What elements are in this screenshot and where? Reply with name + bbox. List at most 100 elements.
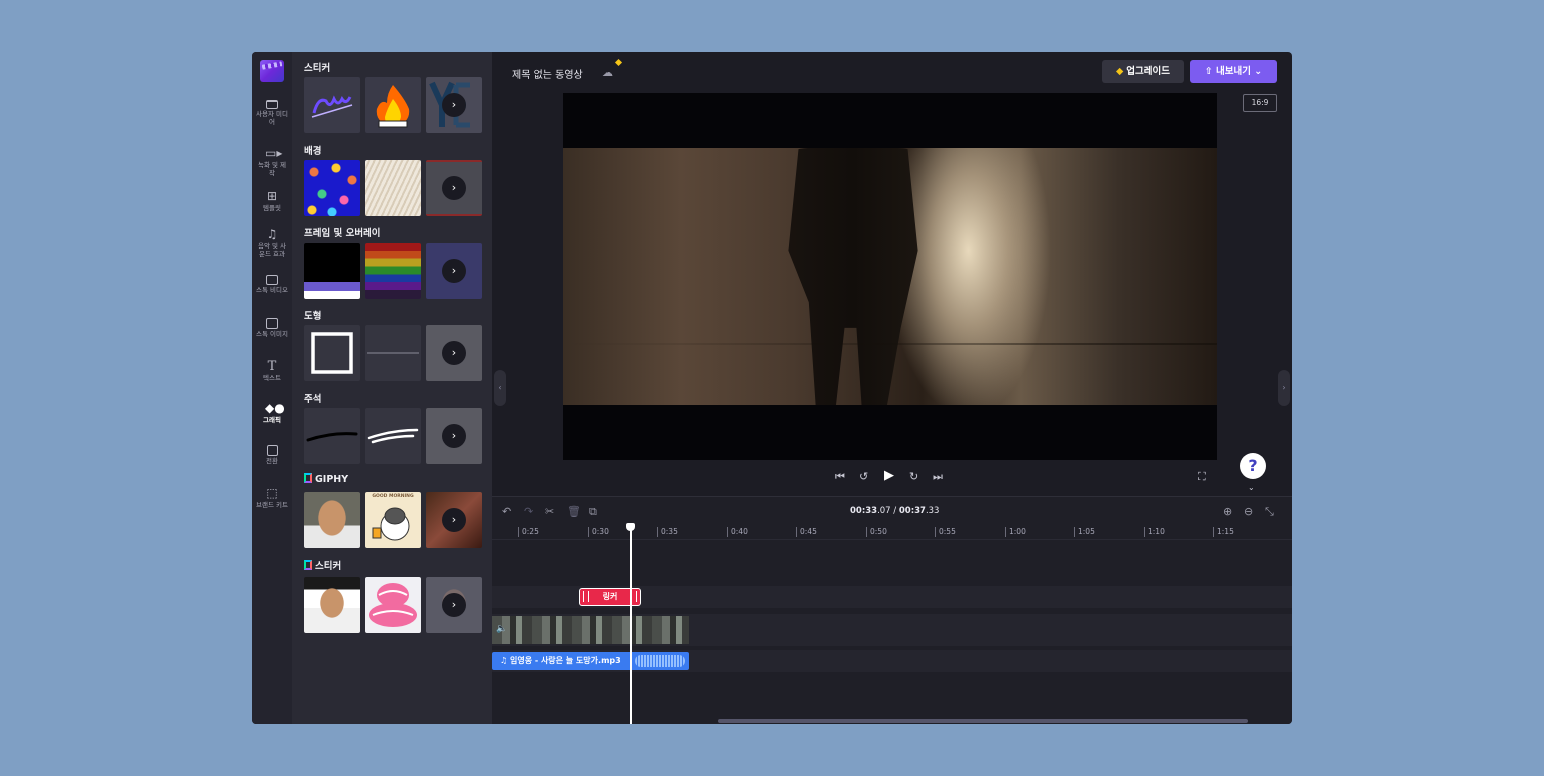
square-outline-graphic <box>311 332 353 374</box>
graphics-library-panel: 스티커 › 배경 › 프레임 및 오버레이 › 도형 › 주석 › GIPHY … <box>292 52 492 724</box>
nav-templates[interactable]: ⊞ 템플릿 <box>252 190 292 213</box>
video-preview-canvas[interactable] <box>563 93 1217 460</box>
sticker-clip[interactable]: 링커 <box>579 588 641 606</box>
nav-brand-kit[interactable]: ⬚ 브랜드 키트 <box>252 487 292 510</box>
sticker-thumb-man[interactable] <box>304 577 360 633</box>
more-arrow-icon[interactable]: › <box>442 508 466 532</box>
delete-trash-icon[interactable]: 🗑 <box>567 505 581 518</box>
speaker-icon[interactable]: 🔈 <box>496 624 507 634</box>
fit-timeline-icon[interactable]: ⤡ <box>1265 505 1274 519</box>
collapse-left-panel-button[interactable]: ‹ <box>494 370 506 406</box>
sticker-thumb-fire[interactable] <box>365 77 421 133</box>
timeline-horizontal-scrollbar[interactable] <box>718 719 1248 723</box>
brush-stroke-graphic <box>306 432 358 442</box>
nav-stock-images[interactable]: 스톡 이미지 <box>252 318 292 339</box>
clip-trim-handle-right[interactable] <box>631 591 637 602</box>
more-arrow-icon[interactable]: › <box>442 341 466 365</box>
sticker-thumb-cool[interactable] <box>304 77 360 133</box>
undo-icon[interactable]: ↶ <box>502 505 511 518</box>
section-title-giphy-label: GIPHY <box>315 474 349 485</box>
zoom-out-icon[interactable]: ⊖ <box>1244 505 1253 518</box>
skip-forward-icon[interactable]: ⏭ <box>933 470 943 484</box>
clip-trim-handle-left[interactable] <box>583 591 589 602</box>
sticker-thumb-yes[interactable]: › <box>426 77 482 133</box>
nav-transitions[interactable]: 전환 <box>252 445 292 466</box>
rewind-5s-icon[interactable]: ↺ <box>859 470 868 483</box>
timeline-ruler[interactable]: 0:25 0:30 0:35 0:40 0:45 0:50 0:55 1:00 … <box>492 524 1292 540</box>
background-thumb-eggs[interactable] <box>304 160 360 216</box>
audio-clip-label: 임영웅 - 사랑은 늘 도망가.mp3 <box>509 656 621 665</box>
video-camera-icon: ▭▸ <box>265 146 283 160</box>
cool-sticker-graphic <box>311 95 353 118</box>
annotation-thumb-black-stroke[interactable] <box>304 408 360 464</box>
duplicate-icon[interactable]: ⧉ <box>589 505 597 519</box>
nav-your-media[interactable]: 사용자 미디어 <box>252 100 292 126</box>
clipchamp-logo[interactable] <box>260 60 284 82</box>
timeline-panel: ↶ ↷ ✂ 🗑 ⧉ 00:33.07 / 00:37.33 ⊕ ⊖ ⤡ 0:25… <box>492 496 1292 724</box>
audio-waveform <box>635 655 685 667</box>
shape-thumb-more[interactable]: › <box>426 325 482 381</box>
nav-graphics[interactable]: ◆● 그래픽 <box>252 402 292 425</box>
more-arrow-icon[interactable]: › <box>442 424 466 448</box>
ruler-tick: 0:30 <box>588 527 609 537</box>
giphy-thumb-more[interactable]: › <box>426 492 482 548</box>
more-arrow-icon[interactable]: › <box>442 259 466 283</box>
ruler-tick: 1:10 <box>1144 527 1165 537</box>
play-button-icon[interactable]: ▶ <box>884 468 894 483</box>
nav-music-sfx[interactable]: ♫ 음악 및 사운드 효과 <box>252 228 292 258</box>
shape-thumb-square[interactable] <box>304 325 360 381</box>
zoom-in-icon[interactable]: ⊕ <box>1223 505 1232 518</box>
project-title[interactable]: 제목 없는 동영상 <box>512 66 583 81</box>
nav-label: 텍스트 <box>263 374 281 382</box>
upgrade-button[interactable]: ◆ 업그레이드 <box>1102 60 1184 83</box>
nav-label: 녹화 및 제작 <box>257 161 287 177</box>
image-icon <box>266 318 278 329</box>
giphy-thumb-cat[interactable]: GOOD MORNING <box>365 492 421 548</box>
nav-record-create[interactable]: ▭▸ 녹화 및 제작 <box>252 147 292 177</box>
video-clip[interactable]: 🔈 <box>492 616 689 644</box>
forward-5s-icon[interactable]: ↻ <box>909 470 918 483</box>
chevron-down-small-icon[interactable]: ⌄ <box>1248 483 1255 492</box>
nav-label: 그래픽 <box>263 416 281 424</box>
skip-back-icon[interactable]: ⏮ <box>835 470 845 484</box>
nav-label: 음악 및 사운드 효과 <box>257 242 287 258</box>
music-note-icon: ♫ <box>500 656 510 665</box>
more-arrow-icon[interactable]: › <box>442 93 466 117</box>
more-arrow-icon[interactable]: › <box>442 593 466 617</box>
sticker-thumb-good-morning[interactable] <box>365 577 421 633</box>
annotation-thumb-white-stroke[interactable] <box>365 408 421 464</box>
annotation-thumb-more[interactable]: › <box>426 408 482 464</box>
template-icon: ⊞ <box>266 189 278 203</box>
shape-thumb-line[interactable] <box>365 325 421 381</box>
fullscreen-icon[interactable]: ⛶ <box>1198 470 1206 484</box>
giphy-logo-icon <box>304 560 312 570</box>
good-morning-sticker-graphic <box>369 583 417 627</box>
nav-text[interactable]: T 텍스트 <box>252 360 292 383</box>
cloud-off-icon[interactable]: ☁ <box>602 66 613 79</box>
frame-thumb-more[interactable]: › <box>426 243 482 299</box>
upgrade-label: 업그레이드 <box>1126 66 1170 77</box>
ruler-tick: 0:50 <box>866 527 887 537</box>
brush-stroke-graphic <box>367 428 419 444</box>
background-thumb-more[interactable]: › <box>426 160 482 216</box>
total-time-frac: .33 <box>925 506 940 516</box>
help-button[interactable]: ? <box>1240 453 1266 479</box>
playhead-line[interactable] <box>630 526 632 724</box>
nav-stock-video[interactable]: 스톡 비디오 <box>252 275 292 295</box>
playhead-handle[interactable] <box>626 523 635 531</box>
redo-icon[interactable]: ↷ <box>524 505 533 518</box>
aspect-ratio-button[interactable]: 16:9 <box>1243 94 1277 112</box>
frame-thumb-bar[interactable] <box>304 243 360 299</box>
audio-clip[interactable]: ♫ 임영웅 - 사랑은 늘 도망가.mp3 <box>492 652 689 670</box>
expand-right-panel-button[interactable]: › <box>1278 370 1290 406</box>
music-note-icon: ♫ <box>266 227 278 241</box>
split-scissors-icon[interactable]: ✂ <box>545 505 554 518</box>
frame-thumb-rainbow[interactable] <box>365 243 421 299</box>
background-thumb-leaf[interactable] <box>365 160 421 216</box>
ruler-tick: 0:35 <box>657 527 678 537</box>
export-button[interactable]: ⇧ 내보내기 ⌄ <box>1190 60 1277 83</box>
giphy-thumb-man[interactable] <box>304 492 360 548</box>
sticker-thumb-more[interactable]: › <box>426 577 482 633</box>
more-arrow-icon[interactable]: › <box>442 176 466 200</box>
ruler-tick: 1:05 <box>1074 527 1095 537</box>
